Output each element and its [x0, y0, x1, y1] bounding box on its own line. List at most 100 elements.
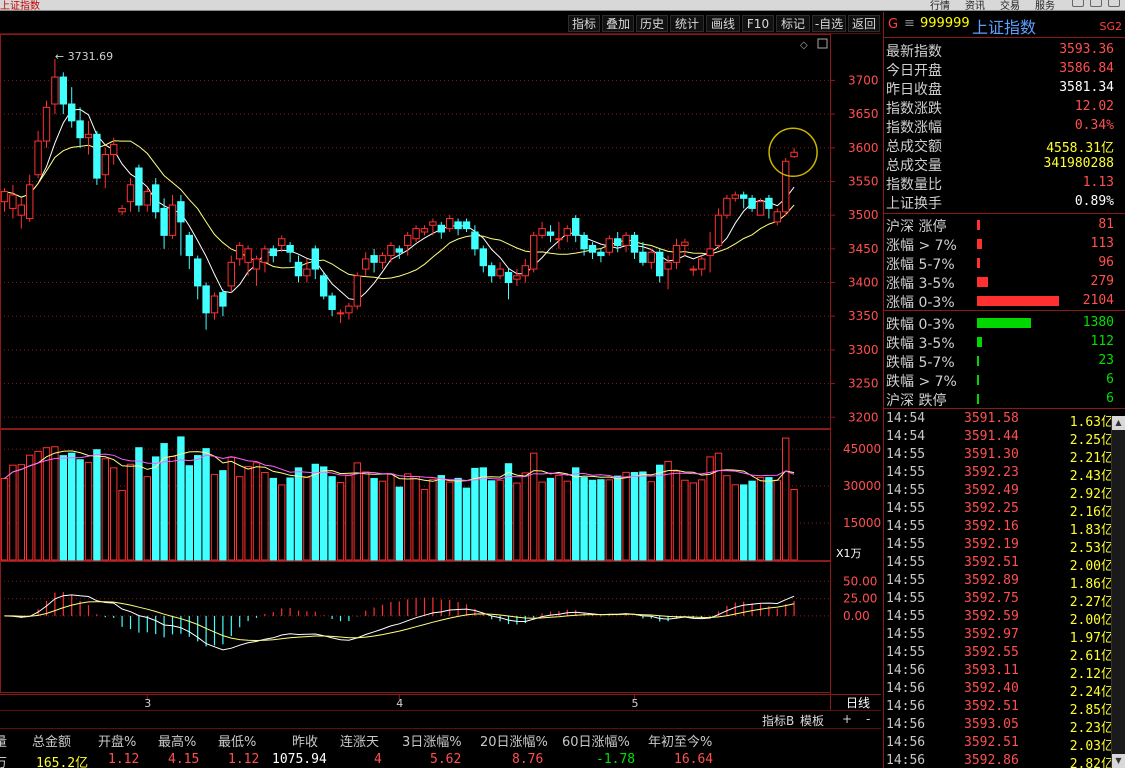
- tick-time: 14:55: [886, 501, 926, 516]
- tick-row[interactable]: 14:55 3592.75 2.27亿: [884, 591, 1125, 610]
- candle: [572, 215, 580, 243]
- diamond-icon[interactable]: ◇: [800, 40, 808, 51]
- quote-label: 总成交额: [886, 139, 942, 155]
- tick-row[interactable]: 14:56 3592.51 2.03亿: [884, 735, 1125, 754]
- toolbar-draw-button[interactable]: 画线: [706, 15, 740, 32]
- tick-amount: 2.12亿: [1069, 667, 1114, 682]
- volume-bar: [34, 450, 42, 561]
- quote-row: 指数涨跌 12.02: [884, 97, 1125, 117]
- candle: [521, 258, 529, 283]
- tick-scrollbar[interactable]: ▲ ▼: [1111, 416, 1125, 768]
- tick-row[interactable]: 14:55 3591.30 2.21亿: [884, 447, 1125, 466]
- tick-price: 3592.97: [964, 627, 1019, 642]
- candle: [488, 262, 496, 283]
- candle: [244, 245, 252, 276]
- tick-row[interactable]: 14:56 3593.11 2.12亿: [884, 663, 1125, 682]
- candle: [286, 242, 294, 263]
- toolbar-mark-button[interactable]: 标记: [776, 15, 810, 32]
- volume-bar: [580, 477, 588, 561]
- volume-bar: [555, 474, 563, 561]
- candle: [370, 248, 378, 273]
- volume-bar: [446, 481, 454, 561]
- tick-row[interactable]: 14:56 3592.51 2.85亿: [884, 699, 1125, 718]
- maximize-icon[interactable]: [1090, 0, 1102, 7]
- breadth-row: 涨幅 3-5% 279: [884, 272, 1125, 292]
- price-tick-label: 3700: [848, 73, 879, 87]
- quote-header: G ≡ 999999 上证指数 SG2: [884, 12, 1125, 38]
- top-button-quotes[interactable]: 行情: [930, 0, 950, 12]
- quote-label: 今日开盘: [886, 63, 942, 79]
- volume-bar: [286, 477, 294, 561]
- volume-bar: [26, 454, 34, 561]
- tick-row[interactable]: 14:56 3592.86 2.82亿: [884, 753, 1125, 768]
- tick-row[interactable]: 14:55 3592.49 2.92亿: [884, 483, 1125, 502]
- tick-price: 3593.11: [964, 663, 1019, 678]
- quote-label: 指数量比: [886, 177, 942, 193]
- tick-row[interactable]: 14:55 3592.19 2.53亿: [884, 537, 1125, 556]
- period-label[interactable]: 日线: [846, 696, 870, 710]
- volume-bar: [521, 472, 529, 561]
- toolbar-f10-button[interactable]: F10: [742, 15, 774, 32]
- tab-remove[interactable]: -: [866, 712, 870, 726]
- tab-template[interactable]: 模板: [800, 712, 824, 729]
- candle: [714, 208, 723, 249]
- volume-bar: [118, 489, 126, 561]
- tick-time: 14:55: [886, 447, 926, 462]
- tick-row[interactable]: 14:55 3592.23 2.43亿: [884, 465, 1125, 484]
- candle: [194, 255, 202, 300]
- tick-price: 3592.75: [964, 591, 1019, 606]
- breadth-row: 跌幅 > 7% 6: [884, 370, 1125, 390]
- group-flag[interactable]: G: [888, 17, 898, 32]
- tick-row[interactable]: 14:56 3592.40 2.24亿: [884, 681, 1125, 700]
- tick-amount: 2.23亿: [1069, 721, 1114, 736]
- scroll-down-icon[interactable]: ▼: [1112, 754, 1125, 768]
- tick-row[interactable]: 14:55 3592.16 1.83亿: [884, 519, 1125, 538]
- tick-price: 3592.89: [964, 573, 1019, 588]
- tab-indicator-b[interactable]: 指标B: [762, 712, 794, 729]
- scroll-up-icon[interactable]: ▲: [1112, 416, 1125, 430]
- toolbar-stats-button[interactable]: 统计: [670, 15, 704, 32]
- tick-row[interactable]: 14:54 3591.58 1.63亿: [884, 411, 1125, 430]
- top-button-trade[interactable]: 交易: [1000, 0, 1020, 12]
- stats-value: 165.2亿: [36, 756, 89, 768]
- tick-row[interactable]: 14:55 3592.25 2.16亿: [884, 501, 1125, 520]
- tick-row[interactable]: 14:55 3592.97 1.97亿: [884, 627, 1125, 646]
- tick-row[interactable]: 14:55 3592.55 2.61亿: [884, 645, 1125, 664]
- toolbar-history-button[interactable]: 历史: [636, 15, 668, 32]
- stats-value: 万: [0, 756, 8, 768]
- quote-row: 今日开盘 3586.84: [884, 59, 1125, 79]
- tab-add[interactable]: +: [842, 712, 852, 726]
- candle: [34, 130, 42, 179]
- volume-bar: [588, 479, 597, 561]
- volume-bar: [597, 479, 605, 561]
- minimize-icon[interactable]: [1072, 0, 1084, 7]
- tick-row[interactable]: 14:55 3592.59 2.00亿: [884, 609, 1125, 628]
- candle: [412, 225, 420, 243]
- candle: [76, 107, 84, 148]
- candle: [236, 242, 244, 266]
- volume-bar: [412, 476, 420, 561]
- tick-row[interactable]: 14:54 3591.44 2.25亿: [884, 429, 1125, 448]
- toolbar-watchlist-button[interactable]: -自选: [812, 15, 846, 32]
- top-button-service[interactable]: 服务: [1035, 0, 1055, 12]
- menu-icon[interactable]: ≡: [904, 16, 915, 31]
- breadth-row: 沪深 涨停 81: [884, 215, 1125, 235]
- macd-tick-label: 25.00: [843, 592, 877, 606]
- toolbar-back-button[interactable]: 返回: [848, 15, 880, 32]
- volume-bar: [765, 477, 773, 561]
- tick-row[interactable]: 14:56 3593.05 2.23亿: [884, 717, 1125, 736]
- tick-price: 3592.59: [964, 609, 1019, 624]
- close-icon[interactable]: [1108, 0, 1120, 7]
- kline-chart[interactable]: 3700 3650 3600 3550 3500 3450 3400 3350 3300 3250…: [0, 34, 881, 710]
- toolbar-overlay-button[interactable]: 叠加: [602, 15, 634, 32]
- candle: [446, 215, 454, 232]
- tick-row[interactable]: 14:55 3592.89 1.86亿: [884, 573, 1125, 592]
- quote-row: 最新指数 3593.36: [884, 40, 1125, 60]
- top-button-news[interactable]: 资讯: [965, 0, 985, 12]
- tick-row[interactable]: 14:55 3592.51 2.00亿: [884, 555, 1125, 574]
- window-toggle-icon[interactable]: [817, 38, 828, 49]
- candle: [420, 225, 429, 236]
- toolbar-indicator-button[interactable]: 指标: [568, 15, 600, 32]
- breadth-bar: [977, 277, 989, 287]
- tick-time: 14:56: [886, 735, 926, 750]
